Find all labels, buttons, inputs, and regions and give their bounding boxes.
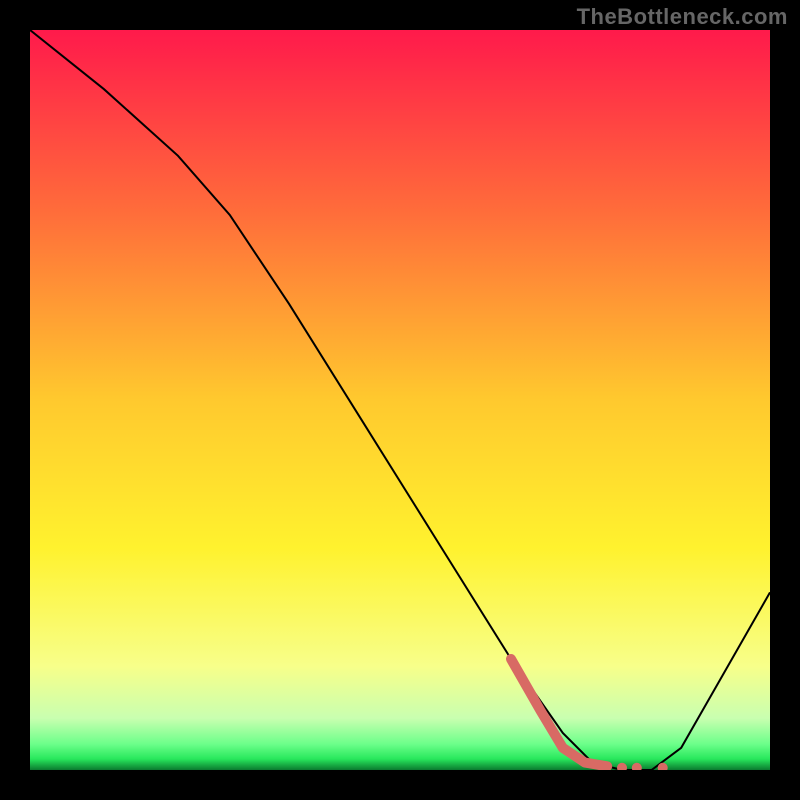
gradient-background (30, 30, 770, 770)
chart-svg (30, 30, 770, 770)
watermark-text: TheBottleneck.com (577, 4, 788, 30)
plot-area (30, 30, 770, 770)
chart-frame: TheBottleneck.com (0, 0, 800, 800)
